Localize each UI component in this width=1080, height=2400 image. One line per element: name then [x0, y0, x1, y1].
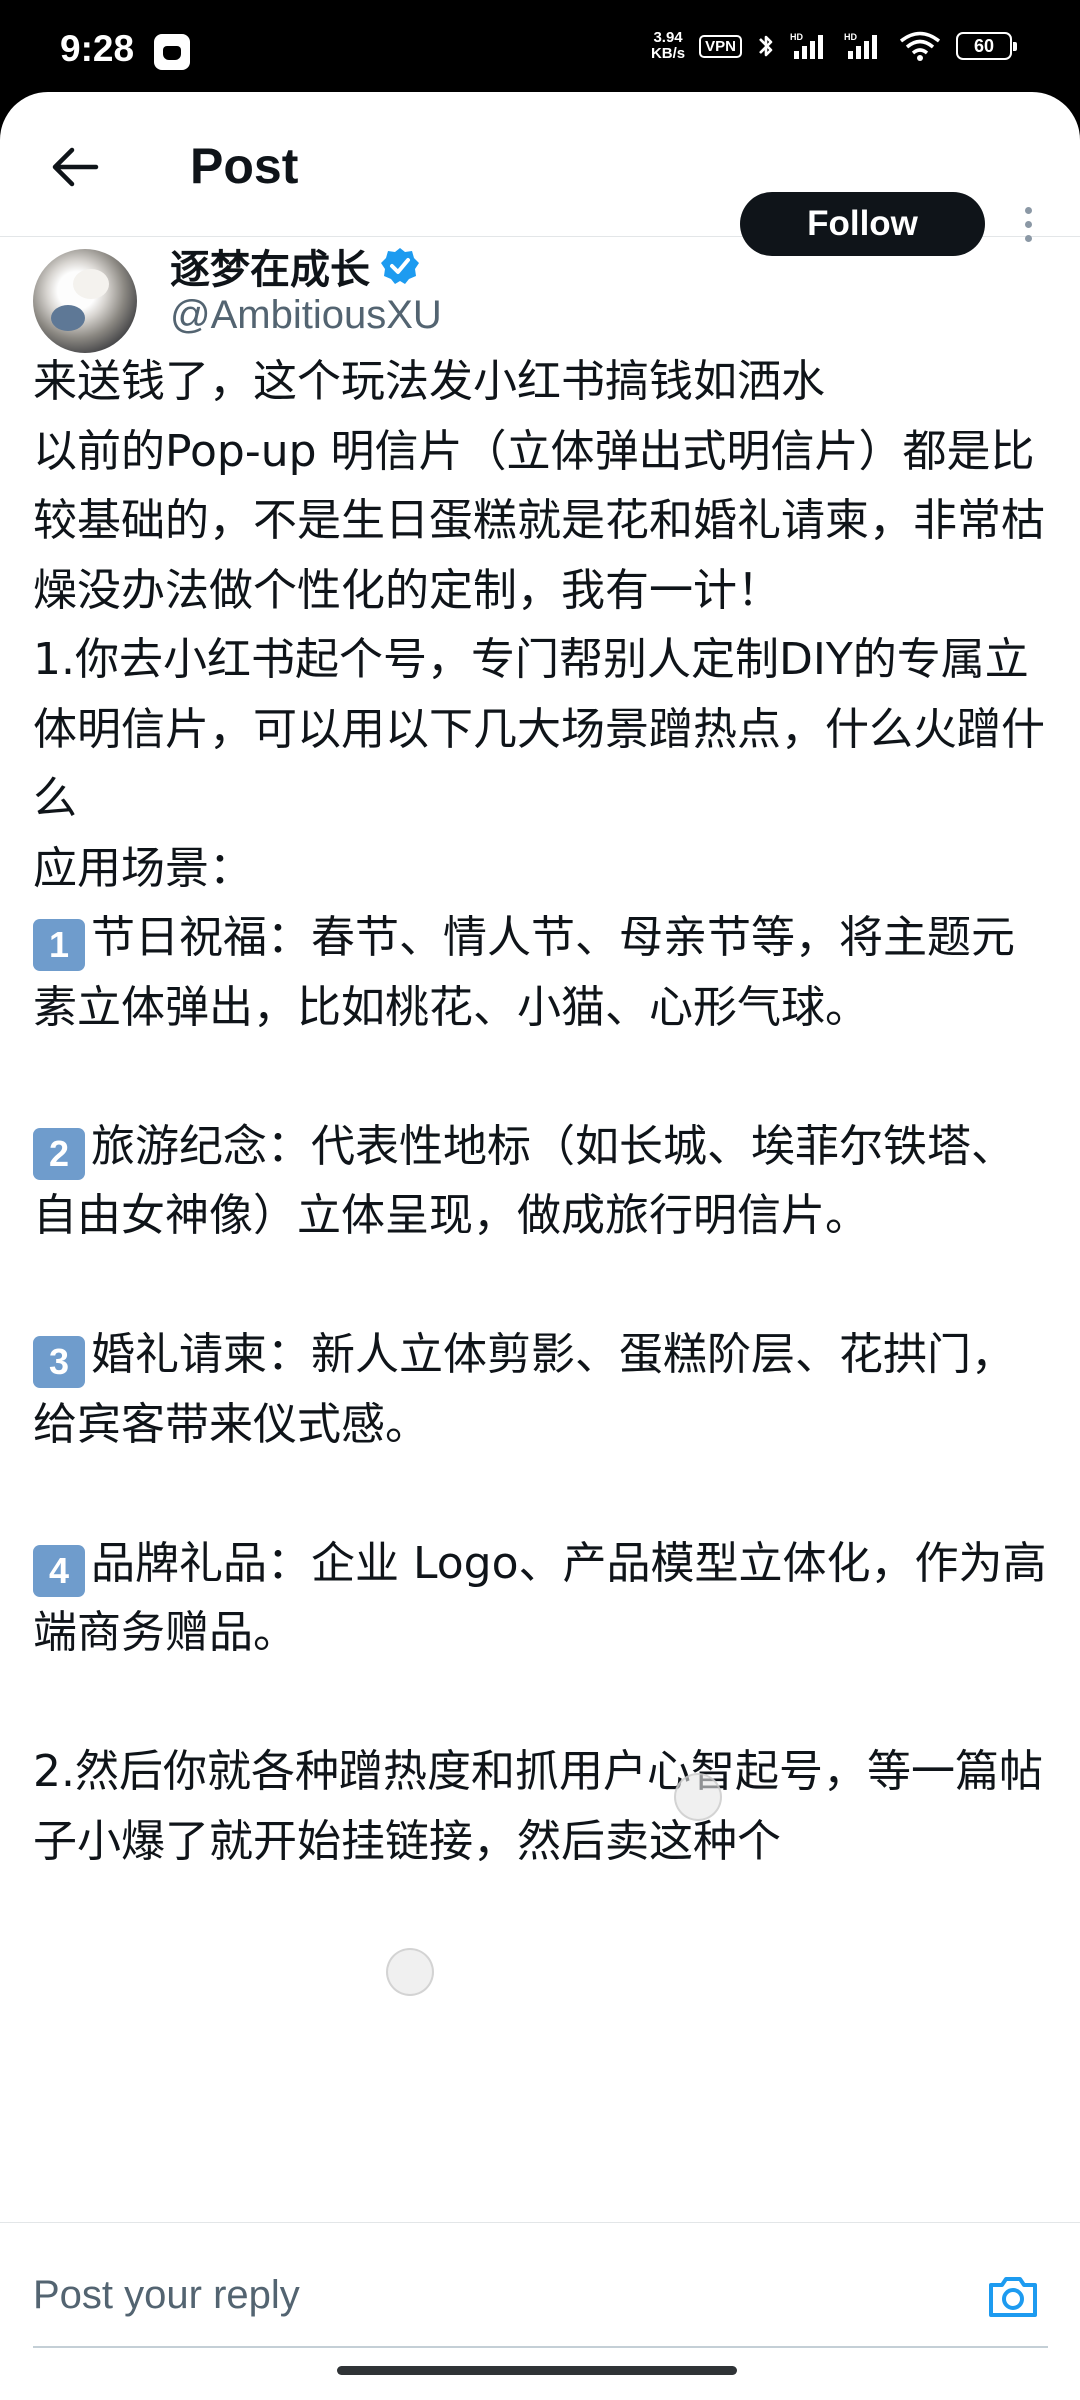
svg-text:HD: HD [790, 32, 803, 42]
scenario-item: 1 节日祝福：春节、情人节、母亲节等，将主题元素立体弹出，比如桃花、小猫、心形气球… [33, 903, 1053, 1042]
hd-signal-icon: HD [790, 32, 823, 59]
wifi-icon [899, 31, 941, 61]
battery-level: 60 [973, 35, 995, 56]
verified-badge-icon [381, 248, 419, 284]
app-notification-icon [154, 34, 190, 70]
avatar[interactable] [33, 249, 137, 353]
author-handle[interactable]: @AmbitiousXU [170, 293, 442, 338]
scenario-text: 节日祝福：春节、情人节、母亲节等，将主题元素立体弹出，比如桃花、小猫、心形气球。 [33, 912, 1015, 1033]
keycap-digit-icon: 1 [33, 919, 85, 971]
svg-text:HD: HD [844, 32, 857, 42]
bluetooth-icon [759, 35, 773, 57]
post-text: 来送钱了，这个玩法发小红书搞钱如洒水 以前的Pop-up 明信片（立体弹出式明信… [33, 347, 1053, 1876]
scenario-text: 旅游纪念：代表性地标（如长城、埃菲尔铁塔、自由女神像）立体呈现，做成旅行明信片。 [33, 1120, 1015, 1242]
home-indicator[interactable] [337, 2366, 737, 2375]
author-name-row[interactable]: 逐梦在成长 [170, 237, 420, 295]
network-speed-value: 3.94 [653, 29, 683, 46]
reply-input[interactable]: Post your reply [33, 2273, 933, 2318]
post-line: 以前的Pop-up 明信片（立体弹出式明信片）都是比较基础的，不是生日蛋糕就是花… [33, 425, 1045, 616]
keycap-digit-icon: 3 [33, 1336, 85, 1388]
post-line: 来送钱了，这个玩法发小红书搞钱如洒水 [33, 356, 825, 407]
camera-icon[interactable] [985, 2269, 1041, 2325]
back-button[interactable] [40, 132, 110, 202]
network-speed-unit: KB/s [650, 45, 686, 62]
page-title: Post [190, 138, 299, 194]
post-line: 1.你去小红书起个号，专门帮别人定制DIY的专属立体明信片，可以用以下几大场景蹭… [33, 634, 1045, 824]
vpn-icon: VPN [699, 34, 742, 58]
scenario-text: 品牌礼品：企业 Logo、产品模型立体化，作为高端商务赠品。 [33, 1537, 1047, 1659]
post-line-tail: 2.然后你就各种蹭热度和抓用户心智起号，等一篇帖子小爆了就开始挂链接，然后卖这种… [33, 1746, 1043, 1867]
status-time: 9:28 [60, 28, 135, 69]
reply-underline [33, 2346, 1048, 2348]
keycap-digit-icon: 2 [33, 1127, 85, 1180]
hd-signal-icon: HD [844, 32, 877, 59]
keycap-digit-icon: 4 [33, 1544, 85, 1597]
arrow-left-icon [52, 147, 99, 187]
scenario-text: 婚礼请柬：新人立体剪影、蛋糕阶层、花拱门，给宾客带来仪式感。 [33, 1329, 1015, 1450]
touch-indicator [674, 1773, 722, 1821]
post-screen: Post 逐梦在成长 @AmbitiousXU Follow 来送钱了，这个玩法… [0, 92, 1080, 2400]
author-display-name[interactable]: 逐梦在成长 [170, 237, 370, 295]
scenario-item: 2 旅游纪念：代表性地标（如长城、埃菲尔铁塔、自由女神像）立体呈现，做成旅行明信片… [33, 1112, 1053, 1251]
post-line: 应用场景： [33, 842, 253, 894]
battery-icon: 60 [956, 32, 1017, 60]
status-bar: 9:28 3.94 KB/s VPN HD HD 60 [0, 0, 1080, 105]
network-speed: 3.94 KB/s [651, 30, 685, 62]
status-icons: 3.94 KB/s VPN HD HD 60 [651, 30, 1017, 62]
follow-button[interactable]: Follow [740, 192, 985, 256]
scenario-item: 3 婚礼请柬：新人立体剪影、蛋糕阶层、花拱门，给宾客带来仪式感。 [33, 1320, 1053, 1459]
more-vertical-icon[interactable] [1008, 194, 1048, 254]
touch-indicator [386, 1948, 434, 1996]
scenario-item: 4 品牌礼品：企业 Logo、产品模型立体化，作为高端商务赠品。 [33, 1529, 1053, 1668]
